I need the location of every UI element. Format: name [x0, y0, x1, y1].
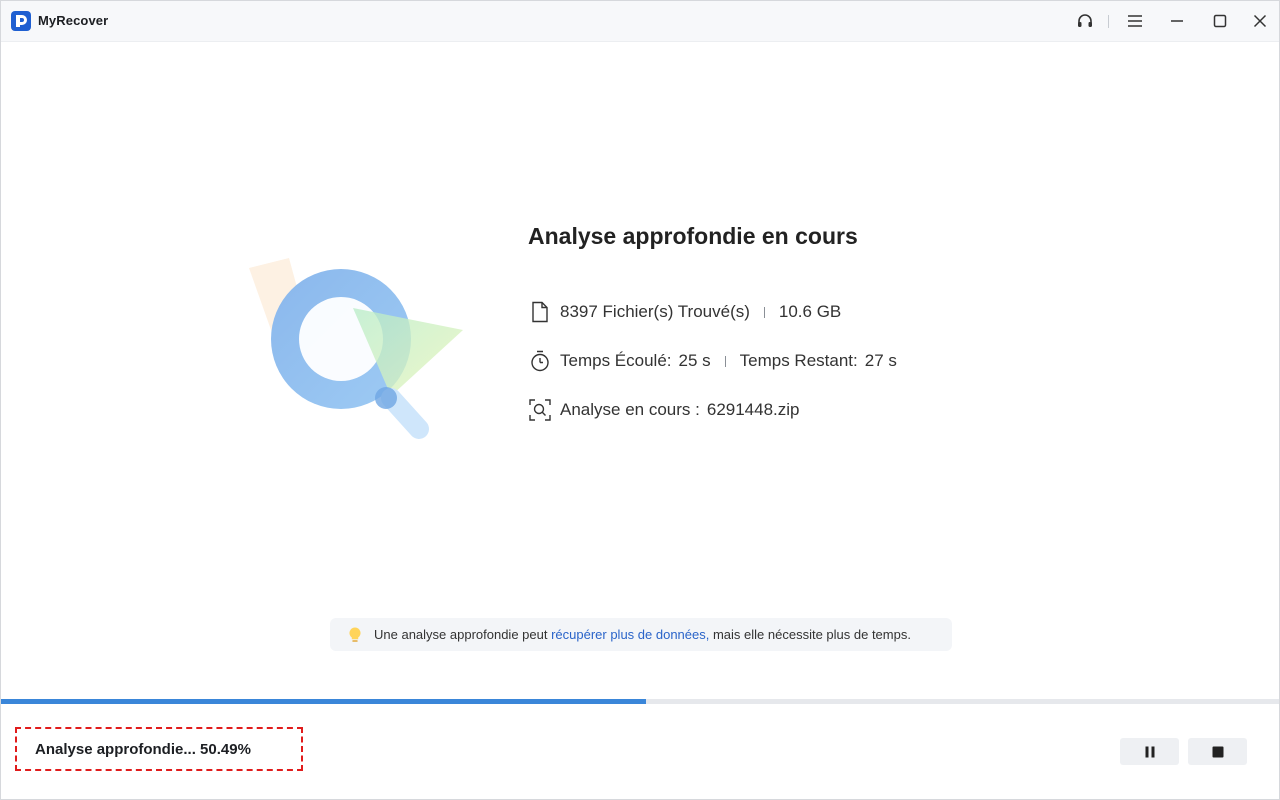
time-row: Temps Écoulé: 25 s Temps Restant: 27 s	[528, 348, 897, 374]
elapsed-value: 25 s	[678, 351, 711, 370]
size-text: 10.6 GB	[778, 302, 842, 321]
lightbulb-icon	[349, 626, 361, 642]
headset-icon[interactable]	[1073, 9, 1097, 33]
stop-icon	[1212, 746, 1223, 757]
current-file: 6291448.zip	[706, 400, 800, 419]
current-file-row: Analyse en cours : 6291448.zip	[528, 397, 800, 423]
current-label: Analyse en cours :	[560, 400, 700, 419]
files-found-text: 8397 Fichier(s) Trouvé(s)	[560, 302, 750, 321]
divider	[724, 355, 726, 367]
progress-bar	[1, 699, 1279, 704]
scan-search-icon	[528, 398, 552, 422]
files-found-row: 8397 Fichier(s) Trouvé(s) 10.6 GB	[528, 299, 841, 325]
close-icon[interactable]	[1248, 9, 1272, 33]
app-logo-icon	[11, 11, 31, 31]
divider	[763, 306, 765, 318]
title-bar: MyRecover	[1, 1, 1279, 42]
app-title: MyRecover	[38, 13, 109, 28]
app-window: MyRecover Analyse approfondie en cours 8…	[0, 0, 1280, 800]
remaining-label: Temps Restant:	[739, 351, 858, 370]
tip-link[interactable]: récupérer plus de données,	[551, 627, 709, 642]
remaining-value: 27 s	[864, 351, 897, 370]
scan-illustration	[249, 258, 463, 439]
stop-button[interactable]	[1188, 738, 1247, 765]
status-text: Analyse approfondie... 50.49%	[35, 740, 251, 758]
pause-icon	[1145, 746, 1154, 757]
scan-heading: Analyse approfondie en cours	[528, 223, 858, 249]
titlebar-divider	[1108, 15, 1109, 28]
scan-status: Analyse approfondie... 50.49%	[15, 727, 303, 771]
tip-banner: Une analyse approfondie peut récupérer p…	[330, 618, 952, 651]
menu-icon[interactable]	[1123, 9, 1147, 33]
timer-icon	[528, 349, 552, 373]
file-icon	[528, 300, 552, 324]
progress-fill	[1, 699, 647, 704]
pause-button[interactable]	[1120, 738, 1179, 765]
tip-text-before: Une analyse approfondie peut	[374, 627, 552, 642]
minimize-icon[interactable]	[1165, 9, 1189, 33]
elapsed-label: Temps Écoulé:	[560, 351, 672, 370]
maximize-icon[interactable]	[1208, 9, 1232, 33]
tip-text-after: mais elle nécessite plus de temps.	[709, 627, 911, 642]
